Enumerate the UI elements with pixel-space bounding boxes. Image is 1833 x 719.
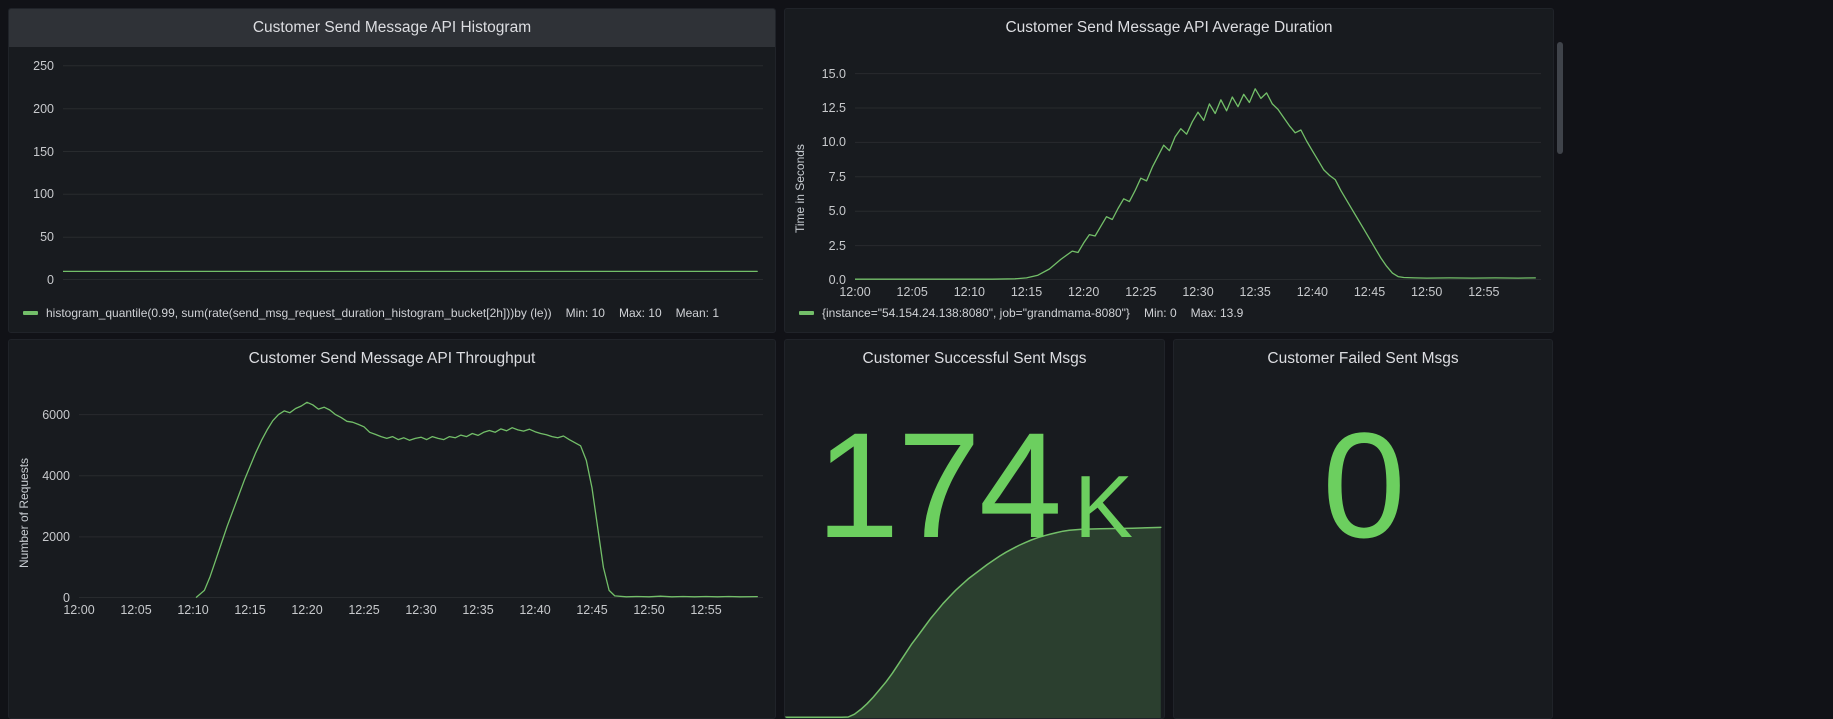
chart-body: 0 50 100 150 200 250	[9, 47, 775, 302]
panel-header-failed[interactable]: Customer Failed Sent Msgs	[1174, 340, 1552, 378]
panel-header-successful[interactable]: Customer Successful Sent Msgs	[785, 340, 1164, 378]
y-axis-avg-duration: 0.02.55.07.510.012.515.0	[809, 53, 855, 302]
stat-number: 0	[1322, 410, 1403, 560]
x-tick-label: 12:35	[1240, 285, 1271, 299]
avg-duration-plot[interactable]	[855, 53, 1541, 280]
y-tick-label: 250	[33, 58, 54, 74]
x-tick-label: 12:40	[1297, 285, 1328, 299]
x-tick-label: 12:00	[63, 603, 94, 617]
panel-title-failed: Customer Failed Sent Msgs	[1267, 350, 1458, 368]
legend-max: Max: 13.9	[1191, 306, 1244, 320]
y-tick-label: 2.5	[829, 238, 846, 254]
y-tick-label: 0	[47, 272, 54, 288]
legend-max: Max: 10	[619, 306, 662, 320]
chart-svg	[855, 53, 1541, 280]
series-line	[196, 402, 757, 597]
x-tick-label: 12:25	[1125, 285, 1156, 299]
y-tick-label: 4000	[42, 468, 70, 484]
legend-histogram[interactable]: histogram_quantile(0.99, sum(rate(send_m…	[9, 302, 775, 332]
legend-series-name[interactable]: {instance="54.154.24.138:8080", job="gra…	[822, 306, 1130, 320]
stat-value-failed: 0	[1174, 410, 1552, 560]
throughput-plot[interactable]	[79, 384, 763, 598]
stat-number: 174	[816, 410, 1060, 560]
panel-header-histogram[interactable]: Customer Send Message API Histogram	[9, 9, 775, 47]
x-tick-label: 12:15	[234, 603, 265, 617]
x-tick-label: 12:45	[1354, 285, 1385, 299]
x-tick-label: 12:20	[291, 603, 322, 617]
legend-min: Min: 0	[1144, 306, 1177, 320]
plot-column	[63, 53, 763, 302]
x-tick-label: 12:30	[405, 603, 436, 617]
stat-value-successful: 174 K	[785, 410, 1164, 560]
dashboard: Customer Send Message API Histogram 0 50 1…	[0, 0, 1833, 719]
x-tick-label: 12:10	[954, 285, 985, 299]
y-tick-label: 200	[33, 101, 54, 117]
x-tick-label: 12:45	[576, 603, 607, 617]
x-axis-avg-duration: 12:0012:0512:1012:1512:2012:2512:3012:35…	[855, 280, 1541, 302]
y-axis-throughput: 0200040006000	[33, 384, 79, 620]
panel-title-avg-duration: Customer Send Message API Average Durati…	[1005, 19, 1332, 37]
x-tick-label: 12:50	[633, 603, 664, 617]
scrollbar-thumb[interactable]	[1557, 42, 1563, 154]
y-axis-label-column: Time in Seconds	[793, 53, 809, 302]
panel-failed-msgs: Customer Failed Sent Msgs 0	[1173, 339, 1553, 719]
x-tick-label: 12:40	[519, 603, 550, 617]
panel-header-avg-duration[interactable]: Customer Send Message API Average Durati…	[785, 9, 1553, 47]
chart-body: Number of Requests 0200040006000 12:0012…	[9, 378, 775, 620]
histogram-plot[interactable]	[63, 53, 763, 280]
panel-title-throughput: Customer Send Message API Throughput	[249, 350, 536, 368]
x-tick-label: 12:25	[348, 603, 379, 617]
y-tick-label: 2000	[42, 529, 70, 545]
y-tick-label: 7.5	[829, 169, 846, 185]
x-tick-label: 12:15	[1011, 285, 1042, 299]
panel-avg-duration: Customer Send Message API Average Durati…	[784, 8, 1554, 333]
panel-title-histogram: Customer Send Message API Histogram	[253, 19, 531, 37]
y-tick-label: 50	[40, 229, 54, 245]
y-axis-histogram: 0 50 100 150 200 250	[17, 53, 63, 302]
x-axis-throughput: 12:0012:0512:1012:1512:2012:2512:3012:35…	[79, 598, 763, 620]
legend-swatch-icon	[799, 311, 814, 315]
y-axis-label: Time in Seconds	[793, 53, 809, 302]
chart-body: Time in Seconds 0.02.55.07.510.012.515.0…	[785, 47, 1553, 302]
panel-title-successful: Customer Successful Sent Msgs	[863, 350, 1087, 368]
x-tick-label: 12:05	[897, 285, 928, 299]
x-tick-label: 12:05	[120, 603, 151, 617]
legend-min: Min: 10	[566, 306, 605, 320]
x-tick-label: 12:30	[1182, 285, 1213, 299]
y-tick-label: 12.5	[822, 100, 846, 116]
legend-avg-duration[interactable]: {instance="54.154.24.138:8080", job="gra…	[785, 302, 1553, 332]
legend-swatch-icon	[23, 311, 38, 315]
x-axis-histogram	[63, 280, 763, 302]
series-line	[855, 89, 1535, 279]
y-tick-label: 10.0	[822, 134, 846, 150]
panel-successful-msgs: Customer Successful Sent Msgs 174 K	[784, 339, 1165, 719]
chart-svg	[79, 384, 763, 598]
y-tick-label: 5.0	[829, 203, 846, 219]
legend-series-name[interactable]: histogram_quantile(0.99, sum(rate(send_m…	[46, 306, 552, 320]
y-tick-label: 150	[33, 144, 54, 160]
panel-header-throughput[interactable]: Customer Send Message API Throughput	[9, 340, 775, 378]
plot-column: 12:0012:0512:1012:1512:2012:2512:3012:35…	[79, 384, 763, 620]
plot-column: 12:0012:0512:1012:1512:2012:2512:3012:35…	[855, 53, 1541, 302]
panel-histogram: Customer Send Message API Histogram 0 50 1…	[8, 8, 776, 333]
y-tick-label: 6000	[42, 407, 70, 423]
panel-empty-space	[9, 620, 775, 718]
x-tick-label: 12:20	[1068, 285, 1099, 299]
legend-mean: Mean: 1	[676, 306, 719, 320]
x-tick-label: 12:10	[177, 603, 208, 617]
x-tick-label: 12:50	[1411, 285, 1442, 299]
x-tick-label: 12:35	[462, 603, 493, 617]
x-tick-label: 12:55	[1468, 285, 1499, 299]
x-tick-label: 12:55	[690, 603, 721, 617]
y-axis-label-column: Number of Requests	[17, 384, 33, 620]
y-axis-label: Number of Requests	[17, 384, 33, 620]
y-tick-label: 100	[33, 186, 54, 202]
panel-throughput: Customer Send Message API Throughput Num…	[8, 339, 776, 719]
chart-svg	[63, 53, 763, 280]
x-tick-label: 12:00	[839, 285, 870, 299]
stat-unit-suffix: K	[1074, 456, 1133, 558]
y-tick-label: 15.0	[822, 66, 846, 82]
